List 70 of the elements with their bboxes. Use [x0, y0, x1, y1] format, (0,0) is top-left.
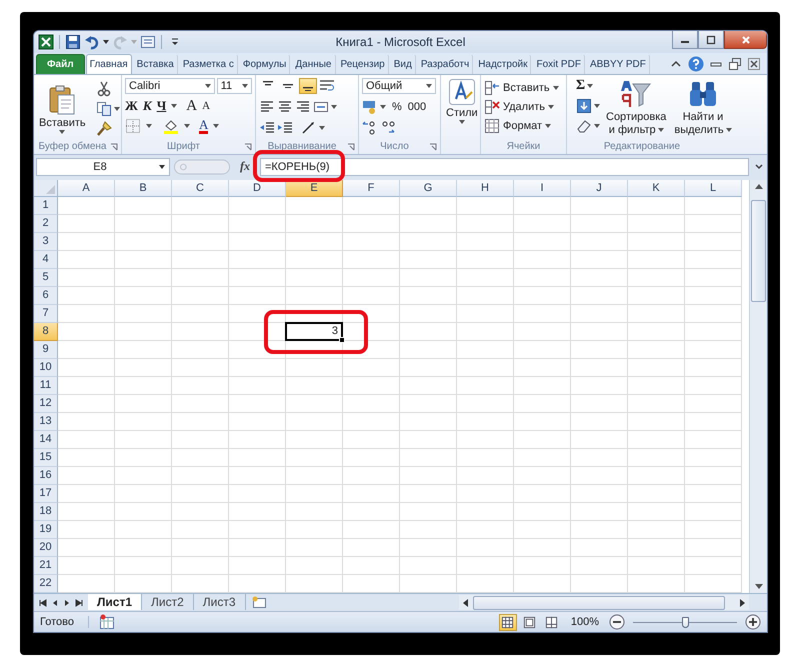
insert-cells-button[interactable]: Вставить [484, 78, 563, 98]
row-header[interactable]: 4 [34, 251, 58, 270]
column-header[interactable]: K [628, 180, 685, 198]
column-header[interactable]: G [400, 180, 457, 198]
row-header[interactable]: 14 [34, 431, 58, 450]
styles-button[interactable]: Стили [444, 78, 480, 124]
column-header[interactable]: I [514, 180, 571, 198]
autosum-button[interactable]: Σ [576, 78, 586, 94]
row-header[interactable]: 16 [34, 467, 58, 486]
row-header[interactable]: 8 [34, 323, 58, 342]
status-text: Готово [40, 616, 89, 628]
column-header[interactable]: J [571, 180, 628, 198]
paste-button[interactable]: Вставить [37, 84, 88, 134]
row-header[interactable]: 22 [34, 575, 58, 594]
sort-filter-button[interactable]: Сортировка и фильтр [604, 78, 668, 136]
italic-button[interactable]: К [142, 98, 152, 114]
row-header[interactable]: 20 [34, 539, 58, 558]
column-header[interactable]: A [58, 180, 115, 198]
shrink-font-button[interactable]: A [202, 98, 210, 114]
row-header[interactable]: 17 [34, 485, 58, 504]
group-title: Выравнивание [268, 141, 336, 152]
group-title: Число [380, 141, 409, 152]
row-header[interactable]: 10 [34, 359, 58, 378]
row-header[interactable]: 18 [34, 503, 58, 522]
row-header[interactable]: 5 [34, 269, 58, 288]
insert-function-button[interactable]: fx [234, 159, 256, 174]
row-header[interactable]: 15 [34, 449, 58, 468]
active-cell[interactable]: 3 [285, 322, 343, 342]
font-size-field[interactable]: 11 [216, 78, 252, 94]
row-header[interactable]: 3 [34, 233, 58, 252]
column-header[interactable]: B [115, 180, 172, 198]
sheet-tab[interactable]: Лист3 [194, 594, 246, 610]
window-title: Книга1 - Microsoft Excel [336, 34, 466, 49]
thousands-button[interactable]: 000 [408, 99, 426, 116]
number-format-field[interactable]: Общий [362, 78, 436, 94]
underline-button[interactable]: Ч [156, 98, 166, 114]
row-header[interactable]: 13 [34, 413, 58, 432]
sheet-tab[interactable]: Лист1 [88, 594, 142, 610]
row-header[interactable]: 7 [34, 305, 58, 324]
name-box[interactable]: E8 [36, 158, 170, 176]
row-header[interactable]: 19 [34, 521, 58, 540]
column-header[interactable]: H [457, 180, 514, 198]
sheet-tab[interactable]: Лист2 [142, 594, 194, 610]
row-header[interactable]: 9 [34, 341, 58, 360]
group-title: Ячейки [506, 141, 540, 152]
grow-font-button[interactable]: A [186, 98, 198, 114]
formula-field[interactable]: =КОРЕНЬ(9) [260, 158, 749, 176]
row-header[interactable]: 1 [34, 197, 58, 216]
row-header[interactable]: 11 [34, 377, 58, 396]
row-header[interactable]: 21 [34, 557, 58, 576]
column-header[interactable]: L [685, 180, 742, 198]
font-color-button[interactable]: A [199, 118, 208, 134]
file-tab[interactable]: Файл [36, 54, 85, 74]
bold-button[interactable]: Ж [125, 98, 138, 114]
percent-button[interactable]: % [392, 99, 402, 116]
delete-cells-button[interactable]: Удалить [484, 97, 563, 116]
group-title: Шрифт [167, 141, 200, 152]
row-header[interactable]: 2 [34, 215, 58, 234]
row-header[interactable]: 12 [34, 395, 58, 414]
column-header[interactable]: C [172, 180, 229, 198]
font-name-field[interactable]: Calibri [125, 78, 215, 94]
ribbon-tab[interactable]: Главная [86, 54, 132, 74]
format-cells-button[interactable]: Формат [484, 116, 563, 136]
row-header[interactable]: 6 [34, 287, 58, 306]
column-header[interactable]: F [343, 180, 400, 198]
find-select-button[interactable]: Найти и выделить [672, 78, 734, 136]
group-title: Редактирование [604, 141, 680, 152]
column-header[interactable]: D [229, 180, 286, 198]
zoom-level[interactable]: 100% [564, 616, 605, 628]
group-title: Буфер обмена [38, 141, 106, 152]
